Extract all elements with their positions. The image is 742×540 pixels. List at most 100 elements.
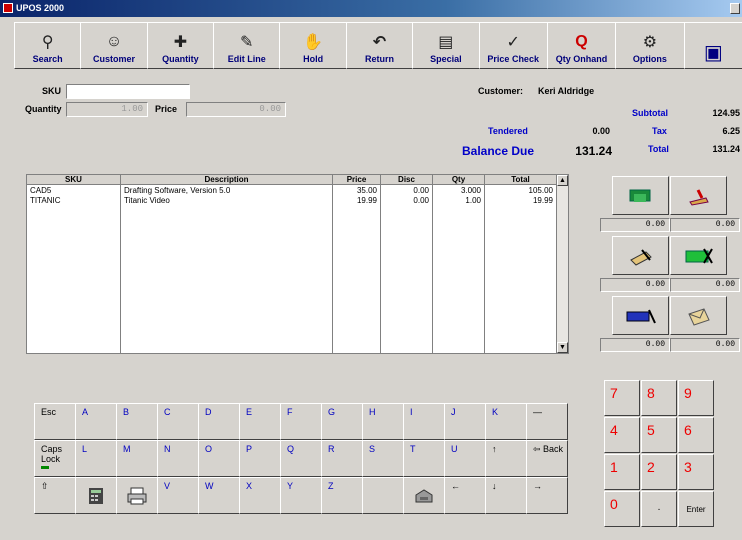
key-c[interactable]: C xyxy=(157,403,199,440)
cash-drawer-icon xyxy=(415,488,433,502)
keypad-2-button[interactable]: 2 xyxy=(641,454,677,490)
tender-amount-field[interactable]: 0.00 xyxy=(600,338,670,352)
key-q[interactable]: Q xyxy=(280,440,322,477)
key-dash[interactable]: — xyxy=(526,403,568,440)
column-header-disc[interactable]: Disc xyxy=(381,175,433,185)
key-y[interactable]: Y xyxy=(280,477,322,514)
special-icon: ▤ xyxy=(438,34,454,51)
keypad-0-button[interactable]: 0 xyxy=(604,491,640,527)
qty-onhand-icon: Q xyxy=(575,33,588,50)
cash-drawer-button[interactable] xyxy=(403,477,445,514)
search-button[interactable]: ⚲ Search xyxy=(14,22,82,69)
key-d[interactable]: D xyxy=(198,403,240,440)
column-header-description[interactable]: Description xyxy=(121,175,333,185)
key-esc[interactable]: Esc xyxy=(34,403,76,440)
charge-tender-button[interactable] xyxy=(612,236,669,275)
key-arrow-right[interactable]: → xyxy=(526,477,568,514)
key-j[interactable]: J xyxy=(444,403,486,440)
keypad-8-button[interactable]: 8 xyxy=(641,380,677,416)
key-n[interactable]: N xyxy=(157,440,199,477)
save-icon: ▣ xyxy=(703,41,723,64)
customer-label: Customer: xyxy=(478,86,524,96)
key-f[interactable]: F xyxy=(280,403,322,440)
column-header-price[interactable]: Price xyxy=(333,175,381,185)
quantity-field[interactable]: 1.00 xyxy=(66,102,148,117)
grid-scrollbar[interactable]: ▲ ▼ xyxy=(556,175,568,353)
keypad-1-button[interactable]: 1 xyxy=(604,454,640,490)
edit-line-button[interactable]: ✎ Edit Line xyxy=(213,22,281,69)
keypad-9-button[interactable]: 9 xyxy=(678,380,714,416)
price-check-button[interactable]: ✓ Price Check xyxy=(478,22,548,69)
hold-button[interactable]: ✋ Hold xyxy=(279,22,347,69)
key-w[interactable]: W xyxy=(198,477,240,514)
key-b[interactable]: B xyxy=(116,403,158,440)
keypad-4-button[interactable]: 4 xyxy=(604,417,640,453)
key-m[interactable]: M xyxy=(116,440,158,477)
key-h[interactable]: H xyxy=(362,403,404,440)
key-v[interactable]: V xyxy=(157,477,199,514)
tender-amount-field[interactable]: 0.00 xyxy=(670,218,740,232)
tax-value: 6.25 xyxy=(722,126,740,136)
customer-name: Keri Aldridge xyxy=(538,86,595,96)
key-z[interactable]: Z xyxy=(321,477,363,514)
calculator-button[interactable] xyxy=(75,477,117,514)
customer-button[interactable]: ☺ Customer xyxy=(80,22,148,69)
line-items-grid[interactable]: SKU Description Price Disc Qty Total CAD… xyxy=(26,174,569,354)
key-a[interactable]: A xyxy=(75,403,117,440)
gift-certificate-tender-button[interactable] xyxy=(670,296,727,335)
key-shift[interactable]: ⇧ xyxy=(34,477,76,514)
key-k[interactable]: K xyxy=(485,403,527,440)
window-title: UPOS 2000 xyxy=(16,3,65,13)
tender-amount-field[interactable]: 0.00 xyxy=(600,278,670,292)
key-x[interactable]: X xyxy=(239,477,281,514)
key-g[interactable]: G xyxy=(321,403,363,440)
key-s[interactable]: S xyxy=(362,440,404,477)
save-button[interactable]: ▣ xyxy=(683,22,742,69)
binoculars-icon: ⚲ xyxy=(41,34,54,51)
key-r[interactable]: R xyxy=(321,440,363,477)
tender-amount-field[interactable]: 0.00 xyxy=(670,278,740,292)
key-backspace[interactable]: ⇦ Back xyxy=(526,440,568,477)
cash-tender-button[interactable] xyxy=(612,176,669,215)
key-arrow-down[interactable]: ↓ xyxy=(485,477,527,514)
options-button[interactable]: ⚙ Options xyxy=(615,22,685,69)
scroll-up-icon[interactable]: ▲ xyxy=(557,175,568,186)
key-arrow-left[interactable]: ← xyxy=(444,477,486,514)
coupon-tender-button[interactable] xyxy=(612,296,669,335)
column-header-total[interactable]: Total xyxy=(485,175,557,185)
void-tender-button[interactable] xyxy=(670,236,727,275)
key-p[interactable]: P xyxy=(239,440,281,477)
sku-label: SKU xyxy=(42,86,62,96)
keypad-3-button[interactable]: 3 xyxy=(678,454,714,490)
key-l[interactable]: L xyxy=(75,440,117,477)
key-u[interactable]: U xyxy=(444,440,486,477)
scroll-down-icon[interactable]: ▼ xyxy=(557,342,568,353)
quantity-button[interactable]: ✚ Quantity xyxy=(146,22,215,69)
check-tender-button[interactable] xyxy=(670,176,727,215)
return-button[interactable]: ↶ Return xyxy=(345,22,414,69)
key-e[interactable]: E xyxy=(239,403,281,440)
tender-amount-field[interactable]: 0.00 xyxy=(670,338,740,352)
column-header-qty[interactable]: Qty xyxy=(433,175,485,185)
tender-amount-field[interactable]: 0.00 xyxy=(600,218,670,232)
key-caps-lock[interactable]: Caps Lock xyxy=(34,440,76,477)
sku-input[interactable] xyxy=(66,84,190,99)
keypad-6-button[interactable]: 6 xyxy=(678,417,714,453)
keypad-7-button[interactable]: 7 xyxy=(604,380,640,416)
qty-onhand-button[interactable]: Q Qty Onhand xyxy=(546,22,617,69)
key-arrow-up[interactable]: ↑ xyxy=(485,440,527,477)
key-i[interactable]: I xyxy=(403,403,445,440)
keypad-5-button[interactable]: 5 xyxy=(641,417,677,453)
key-o[interactable]: O xyxy=(198,440,240,477)
column-header-sku[interactable]: SKU xyxy=(27,175,121,185)
key-t[interactable]: T xyxy=(403,440,445,477)
price-field[interactable]: 0.00 xyxy=(186,102,286,117)
print-button[interactable] xyxy=(116,477,158,514)
key-blank[interactable] xyxy=(362,477,404,514)
tendered-label: Tendered xyxy=(488,126,528,136)
window-control-button[interactable] xyxy=(730,3,740,14)
balance-due-label: Balance Due xyxy=(462,144,535,158)
keypad-enter-button[interactable]: Enter xyxy=(678,491,714,527)
special-button[interactable]: ▤ Special xyxy=(412,22,480,69)
keypad-decimal-button[interactable]: . xyxy=(641,491,677,527)
